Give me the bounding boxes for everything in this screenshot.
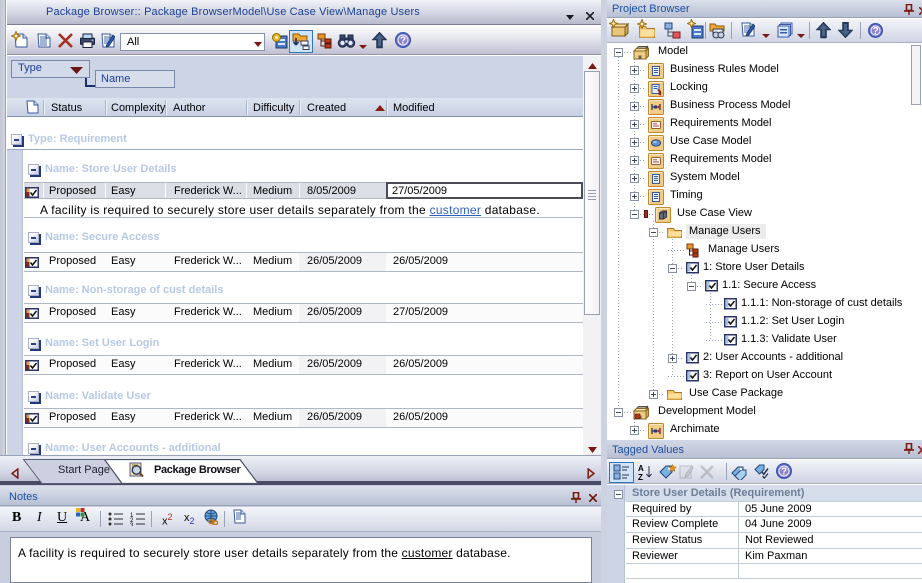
svg-text:A: A: [638, 464, 644, 473]
svg-text:?: ?: [872, 26, 878, 37]
svg-text:3: 3: [130, 523, 134, 526]
svg-text:Z: Z: [638, 473, 643, 480]
svg-text:?: ?: [400, 36, 406, 47]
svg-text:?: ?: [781, 467, 787, 478]
